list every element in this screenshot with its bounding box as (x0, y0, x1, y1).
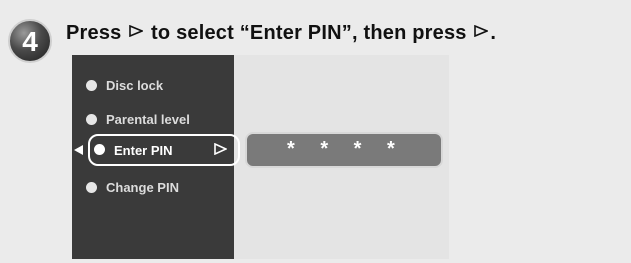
bullet-icon (86, 80, 97, 91)
selection-marker-icon (74, 145, 83, 155)
pin-input[interactable]: * * * * (245, 132, 443, 168)
menu-item-label: Change PIN (106, 180, 179, 195)
menu-item-label: Disc lock (106, 78, 164, 93)
right-triangle-icon (129, 25, 144, 37)
bullet-icon (86, 114, 97, 125)
menu-item-disc-lock[interactable]: Disc lock (86, 78, 163, 93)
bullet-icon (86, 182, 97, 193)
menu-item-label: Parental level (106, 112, 190, 127)
instruction-part-3: . (490, 22, 497, 44)
menu-item-label: Enter PIN (114, 143, 173, 158)
bullet-icon (94, 144, 105, 155)
tv-screen: Disc lock Parental level Enter PIN * * *… (72, 55, 449, 259)
step-number: 4 (22, 25, 38, 57)
menu-item-enter-pin[interactable]: Enter PIN (88, 134, 240, 166)
instruction-panel: 4 Press to select “Enter PIN”, then pres… (0, 0, 631, 263)
menu-item-change-pin[interactable]: Change PIN (86, 180, 179, 195)
instruction-part-2: to select “Enter PIN”, then press (151, 22, 467, 44)
menu-item-parental-level[interactable]: Parental level (86, 112, 190, 127)
pin-value: * * * * (287, 138, 405, 160)
right-triangle-icon (214, 143, 227, 155)
step-number-badge: 4 (8, 19, 52, 63)
instruction-part-1: Press (66, 22, 122, 44)
instruction-text: Press to select “Enter PIN”, then press … (66, 22, 496, 45)
right-triangle-icon (474, 25, 489, 37)
